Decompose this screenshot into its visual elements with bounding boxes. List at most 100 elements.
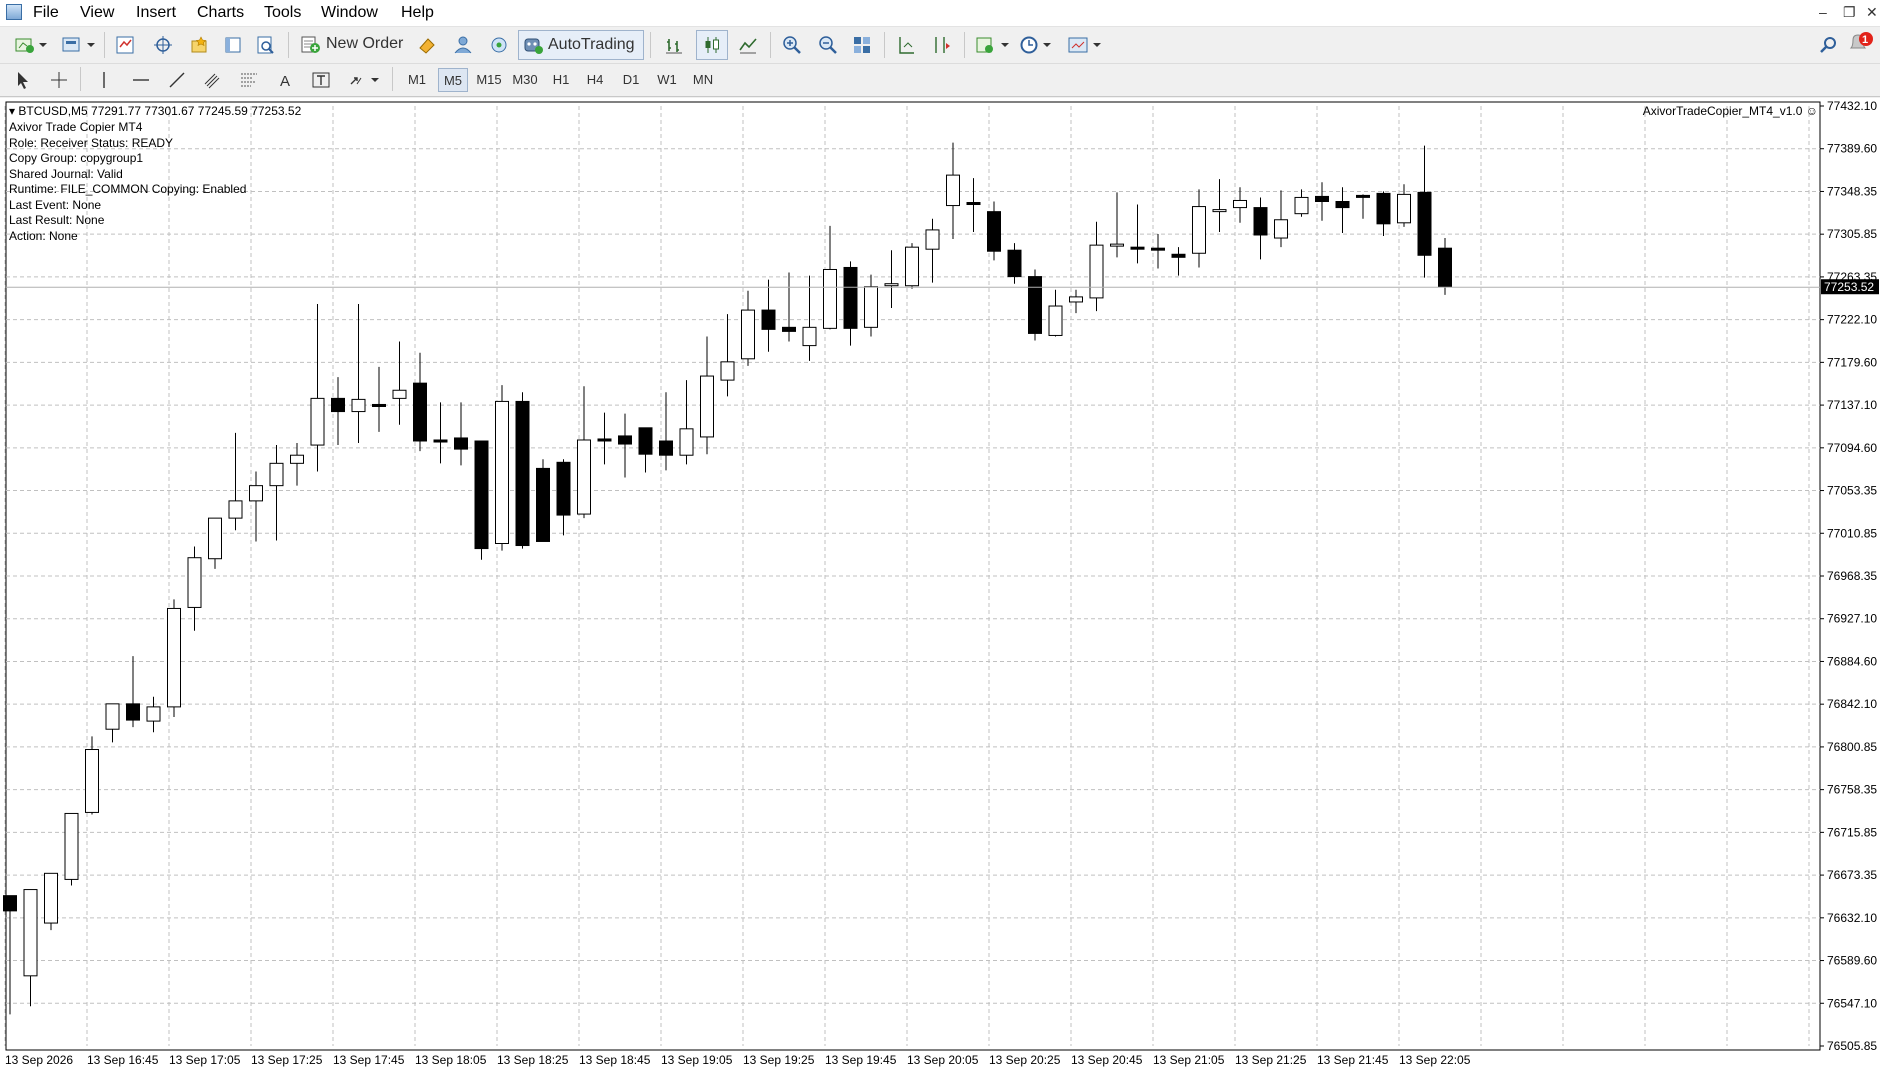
bar-chart-button[interactable] <box>660 32 688 58</box>
candle-bearish <box>1151 247 1165 251</box>
chart-shift-icon <box>899 37 914 54</box>
candle-bearish <box>372 403 386 407</box>
equidistant-channel-button[interactable] <box>200 67 226 93</box>
crosshair-button[interactable] <box>46 67 72 93</box>
y-tick-label: 76632.10 <box>1827 911 1877 925</box>
candle-bearish <box>1315 195 1329 202</box>
candle-bullish <box>392 389 407 399</box>
menu-insert[interactable]: Insert <box>136 4 176 22</box>
new-order-button[interactable]: New Order <box>300 31 408 57</box>
x-tick-label: 13 Sep 21:45 <box>1317 1053 1389 1067</box>
candlestick-chart-button[interactable] <box>696 30 728 60</box>
autoscroll-button[interactable] <box>928 32 956 58</box>
bar-chart-icon <box>666 39 682 54</box>
market-button[interactable] <box>486 32 512 58</box>
timeframe-m15[interactable]: M15 <box>472 68 506 92</box>
periods-button[interactable] <box>1016 32 1056 58</box>
y-tick-label: 76927.10 <box>1827 612 1877 626</box>
signals-button[interactable] <box>450 32 476 58</box>
zoom-in-icon <box>783 36 801 54</box>
toolbar-separator <box>104 32 105 58</box>
x-tick-label: 13 Sep 20:05 <box>907 1053 979 1067</box>
ea-info-line: Axivor Trade Copier MT4 <box>9 120 143 134</box>
vertical-line-button[interactable] <box>92 67 116 93</box>
text-a-icon: A <box>280 73 290 90</box>
profiles-button[interactable] <box>58 32 98 58</box>
expert-advisor-name: AxivorTradeCopier_MT4_v1.0 <box>1642 104 1803 118</box>
line-chart-button[interactable] <box>734 32 762 58</box>
templates-button[interactable] <box>1064 32 1106 58</box>
indicators-button[interactable] <box>972 32 1012 58</box>
text-button[interactable]: A <box>272 67 298 93</box>
menu-charts[interactable]: Charts <box>197 4 244 22</box>
close-icon[interactable]: ✕ <box>1866 4 1878 21</box>
candle-bullish <box>187 557 202 608</box>
x-tick-label: 13 Sep 18:25 <box>497 1053 569 1067</box>
menu-bar: File View Insert Charts Tools Window Hel… <box>0 0 1880 27</box>
timeframe-m1[interactable]: M1 <box>402 68 432 92</box>
menu-tools[interactable]: Tools <box>264 4 301 22</box>
cursor-button[interactable] <box>10 67 36 93</box>
timeframe-mn[interactable]: MN <box>688 68 718 92</box>
x-tick-label: 13 Sep 17:05 <box>169 1053 241 1067</box>
candle-bullish <box>1294 196 1309 215</box>
vertical-line-icon <box>103 72 105 88</box>
timeframe-h1[interactable]: H1 <box>546 68 576 92</box>
timeframe-m5[interactable]: M5 <box>438 68 468 92</box>
search-button[interactable] <box>1815 32 1841 58</box>
autotrading-button[interactable]: AutoTrading <box>518 30 644 60</box>
trendline-button[interactable] <box>164 67 190 93</box>
candle-bullish <box>269 462 284 487</box>
chart-axes: 77432.1077389.6077348.3577305.8577263.35… <box>5 99 1879 1067</box>
navigator-button[interactable] <box>186 32 212 58</box>
metaeditor-button[interactable] <box>414 32 440 58</box>
candle-bullish <box>925 229 940 250</box>
expert-advisor-label[interactable]: AxivorTradeCopier_MT4_v1.0 ☺ <box>1643 104 1818 118</box>
candle-bearish <box>1376 192 1391 225</box>
smiley-icon: ☺ <box>1805 104 1818 118</box>
chart-shift-button[interactable] <box>892 32 920 58</box>
arrows-button[interactable] <box>344 67 384 93</box>
candle-bullish <box>577 439 591 515</box>
y-tick-label: 77389.60 <box>1827 142 1877 156</box>
x-tick-label: 13 Sep 18:05 <box>415 1053 487 1067</box>
minimize-icon[interactable]: – <box>1819 4 1827 20</box>
menu-window[interactable]: Window <box>321 4 378 22</box>
candle-bullish <box>1192 206 1206 254</box>
zoom-in-button[interactable] <box>778 32 806 58</box>
notifications-button[interactable]: 1 <box>1846 30 1876 56</box>
y-tick-label: 76758.35 <box>1827 783 1877 797</box>
candle-bearish <box>597 438 612 442</box>
menu-view[interactable]: View <box>80 4 114 22</box>
candle-bullish <box>823 268 837 329</box>
new-chart-icon <box>15 38 47 53</box>
market-watch-button[interactable] <box>112 32 138 58</box>
data-window-button[interactable] <box>150 32 176 58</box>
chart-window[interactable]: 77432.10 77389.60 77348.35 77305.85 77263.35… <box>0 98 1880 1080</box>
timeframe-h4[interactable]: H4 <box>580 68 610 92</box>
candle-bearish <box>782 326 796 332</box>
terminal-button[interactable] <box>220 32 246 58</box>
timeframe-m30[interactable]: M30 <box>508 68 542 92</box>
restore-icon[interactable]: ❐ <box>1843 4 1856 21</box>
fibonacci-button[interactable] <box>236 67 262 93</box>
new-chart-button[interactable] <box>10 32 50 58</box>
ea-info-line: Runtime: FILE_COMMON Copying: Enabled <box>9 182 247 196</box>
menu-file[interactable]: File <box>33 4 59 22</box>
candle-bearish <box>659 440 673 456</box>
timeframe-w1[interactable]: W1 <box>652 68 682 92</box>
price-chart[interactable]: 77432.1077389.6077348.3577305.8577263.35… <box>0 98 1880 1080</box>
timeframe-d1[interactable]: D1 <box>616 68 646 92</box>
tile-windows-button[interactable] <box>848 32 876 58</box>
cursor-arrow-icon <box>18 72 28 89</box>
candle-bullish <box>679 428 694 456</box>
strategy-tester-button[interactable] <box>252 32 278 58</box>
current-price-label: 77253.52 <box>1824 280 1874 294</box>
zoom-out-button[interactable] <box>814 32 842 58</box>
metatrader-app-icon[interactable] <box>6 4 22 20</box>
notification-count: 1 <box>1862 34 1869 46</box>
arrows-icon <box>350 77 379 85</box>
horizontal-line-button[interactable] <box>128 67 154 93</box>
text-label-button[interactable] <box>308 67 334 93</box>
menu-help[interactable]: Help <box>401 4 434 22</box>
